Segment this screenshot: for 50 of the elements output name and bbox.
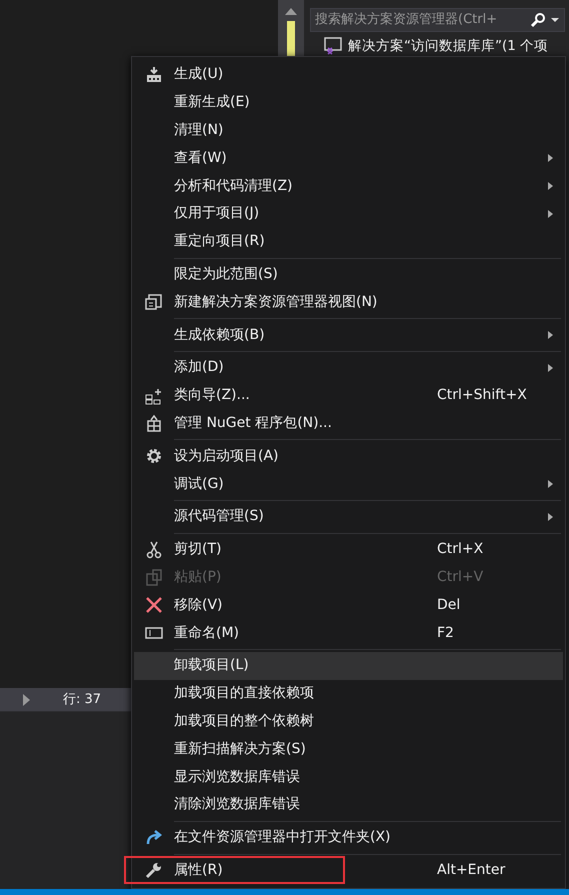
scissors-icon [145,540,163,559]
menu-item[interactable]: 新建解决方案资源管理器视图(N) [134,288,563,316]
menu-item[interactable]: 限定为此范围(S) [134,260,563,288]
redo-arrow-icon [145,828,163,847]
menu-item[interactable]: 设为启动项目(A) [134,442,563,470]
shortcut-text: Ctrl+Shift+X [437,387,527,404]
menu-item[interactable]: 在文件资源管理器中打开文件夹(X) [134,824,563,852]
menu-item[interactable]: 卸载项目(L) [134,652,563,680]
menu-item[interactable]: 重命名(M) F2 [134,619,563,647]
scroll-right-icon[interactable] [23,694,30,706]
search-icon[interactable] [530,12,546,28]
wrench-icon [145,861,163,880]
line-number: 行: 37 [63,690,102,709]
menu-item[interactable]: 移除(V) Del [134,591,563,620]
menu-item[interactable]: 生成依赖项(B) [134,321,563,349]
search-field[interactable]: 搜索解决方案资源管理器(Ctrl+ [310,8,565,32]
shortcut-text: Ctrl+X [437,541,484,558]
build-icon [145,66,163,84]
solution-icon [324,37,342,56]
menu-item[interactable]: 剪切(T) Ctrl+X [134,536,563,564]
menu-item[interactable]: 生成(U) [134,61,563,89]
menu-item[interactable]: 清除浏览数据库错误 [134,790,563,819]
menu-item[interactable]: 类向导(Z)... Ctrl+Shift+X [134,382,563,410]
shortcut-text: F2 [437,624,454,641]
menu-item[interactable]: 管理 NuGet 程序包(N)... [134,410,563,438]
menu-item[interactable]: 查看(W) [134,144,563,172]
menu-item[interactable]: 清理(N) [134,116,563,144]
menu-item[interactable]: 重新扫描解决方案(S) [134,735,563,764]
menu-item[interactable]: 重定向项目(R) [134,228,563,256]
package-icon [145,414,163,432]
new-view-icon [145,293,163,312]
tree-item[interactable]: 解决方案“访问数据库库”(1 个项 [348,36,548,56]
menu-item[interactable]: 添加(D) [134,354,563,382]
shortcut-text: Del [437,596,460,613]
shortcut-text: Ctrl+V [437,568,484,585]
scroll-up-icon[interactable] [285,8,297,15]
shortcut-text: Alt+Enter [437,862,506,878]
menu-item[interactable]: 加载项目的直接依赖项 [134,680,563,708]
menu-item[interactable]: 调试(G) [134,470,563,498]
menu-item[interactable]: 加载项目的整个依赖树 [134,708,563,736]
class-wizard-icon [145,386,163,405]
menu-item[interactable]: 属性(R) Alt+Enter [134,856,563,884]
menu-item[interactable]: 源代码管理(S) [134,502,563,531]
paste-icon [145,568,163,586]
menu-item[interactable]: 仅用于项目(J) [134,200,563,228]
close-icon [145,596,163,614]
gear-icon [145,447,163,466]
menu-item[interactable]: 重新生成(E) [134,88,563,117]
menu-item[interactable]: 显示浏览数据库错误 [134,763,563,791]
menu-item[interactable]: 分析和代码清理(Z) [134,172,563,200]
